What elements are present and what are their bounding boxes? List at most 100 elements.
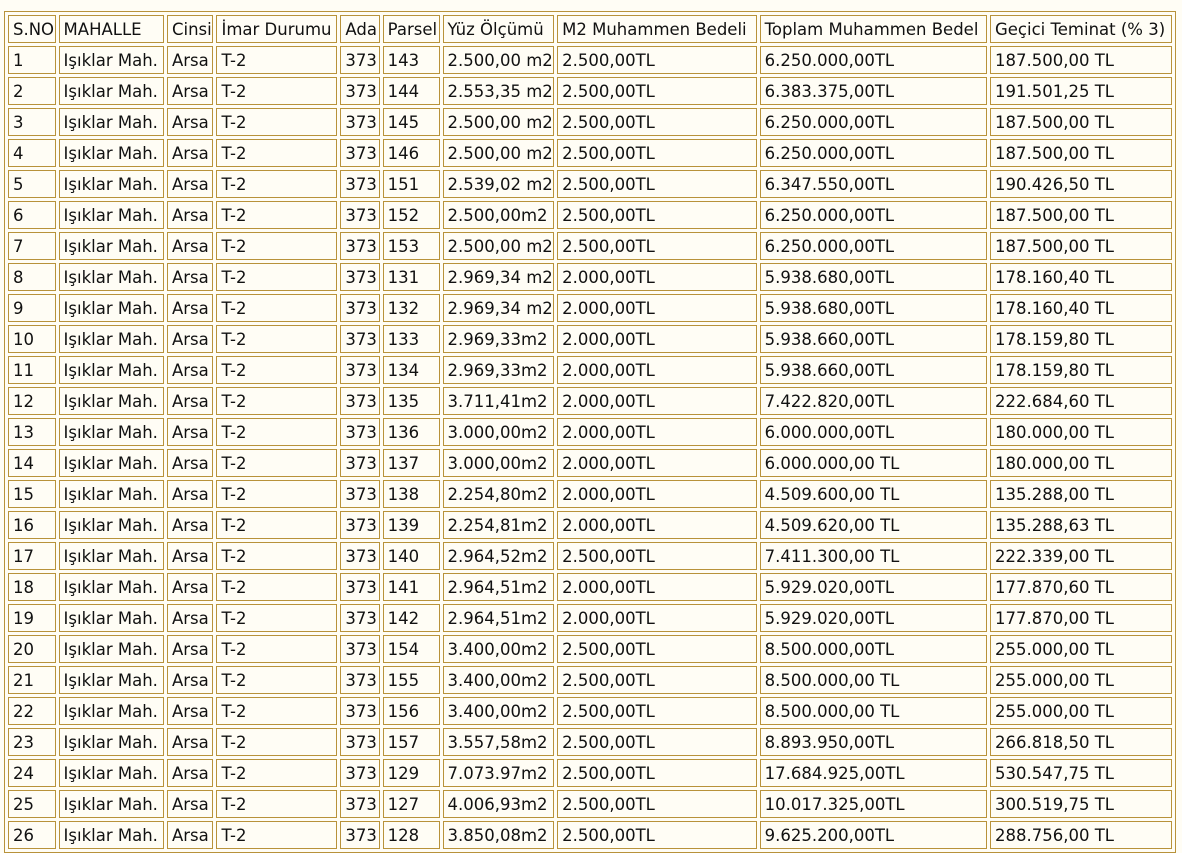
parsel-cell: 140	[382, 542, 440, 570]
table-row: 10 Işıklar Mah. Arsa T-2 373 133 2.969,33m2 2.0…	[8, 325, 1172, 353]
yuz-olcumu-cell: 3.711,41m2	[442, 387, 555, 415]
yuz-olcumu-cell: 2.969,34 m2	[442, 263, 555, 291]
imar-durumu-cell: T-2	[216, 232, 338, 260]
header-mahalle: MAHALLE	[58, 15, 164, 43]
sno-cell: 22	[8, 697, 56, 725]
ada-cell: 373	[340, 449, 380, 477]
m2-bedel-cell: 2.500,00TL	[557, 666, 757, 694]
toplam-bedel-cell: 7.411.300,00 TL	[759, 542, 987, 570]
m2-bedel-cell: 2.500,00TL	[557, 77, 757, 105]
teminat-cell: 178.160,40 TL	[990, 294, 1172, 322]
ada-cell: 373	[340, 232, 380, 260]
imar-durumu-cell: T-2	[216, 728, 338, 756]
m2-bedel-cell: 2.500,00TL	[557, 697, 757, 725]
sno-cell: 6	[8, 201, 56, 229]
ada-cell: 373	[340, 263, 380, 291]
table-body: 1 Işıklar Mah. Arsa T-2 373 143 2.500,00 m2 2.5…	[8, 46, 1172, 849]
ada-cell: 373	[340, 139, 380, 167]
cinsi-cell: Arsa	[166, 449, 214, 477]
parsel-cell: 157	[382, 728, 440, 756]
yuz-olcumu-cell: 2.964,51m2	[442, 604, 555, 632]
cinsi-cell: Arsa	[166, 604, 214, 632]
mahalle-cell: Işıklar Mah.	[58, 697, 164, 725]
toplam-bedel-cell: 5.929.020,00TL	[759, 573, 987, 601]
teminat-cell: 222.339,00 TL	[990, 542, 1172, 570]
page-container: S.NO MAHALLE Cinsi İmar Durumu Ada Parse…	[0, 0, 1182, 853]
ada-cell: 373	[340, 697, 380, 725]
ada-cell: 373	[340, 325, 380, 353]
table-row: 25 Işıklar Mah. Arsa T-2 373 127 4.006,93m2 2.5…	[8, 790, 1172, 818]
header-toplam-muhammen-bedel: Toplam Muhammen Bedel	[759, 15, 987, 43]
toplam-bedel-cell: 5.938.660,00TL	[759, 356, 987, 384]
teminat-cell: 255.000,00 TL	[990, 697, 1172, 725]
toplam-bedel-cell: 9.625.200,00TL	[759, 821, 987, 849]
sno-cell: 9	[8, 294, 56, 322]
mahalle-cell: Işıklar Mah.	[58, 480, 164, 508]
table-row: 1 Işıklar Mah. Arsa T-2 373 143 2.500,00 m2 2.5…	[8, 46, 1172, 74]
imar-durumu-cell: T-2	[216, 573, 338, 601]
cinsi-cell: Arsa	[166, 759, 214, 787]
imar-durumu-cell: T-2	[216, 759, 338, 787]
teminat-cell: 178.159,80 TL	[990, 325, 1172, 353]
table-row: 19 Işıklar Mah. Arsa T-2 373 142 2.964,51m2 2.0…	[8, 604, 1172, 632]
ada-cell: 373	[340, 387, 380, 415]
table-row: 12 Işıklar Mah. Arsa T-2 373 135 3.711,41m2 2.0…	[8, 387, 1172, 415]
ada-cell: 373	[340, 511, 380, 539]
parsel-cell: 136	[382, 418, 440, 446]
ada-cell: 373	[340, 759, 380, 787]
cinsi-cell: Arsa	[166, 294, 214, 322]
toplam-bedel-cell: 6.250.000,00TL	[759, 108, 987, 136]
sno-cell: 18	[8, 573, 56, 601]
sno-cell: 26	[8, 821, 56, 849]
mahalle-cell: Işıklar Mah.	[58, 108, 164, 136]
yuz-olcumu-cell: 2.969,34 m2	[442, 294, 555, 322]
table-row: 2 Işıklar Mah. Arsa T-2 373 144 2.553,35 m2 2.5…	[8, 77, 1172, 105]
ada-cell: 373	[340, 170, 380, 198]
mahalle-cell: Işıklar Mah.	[58, 666, 164, 694]
ada-cell: 373	[340, 666, 380, 694]
table-row: 4 Işıklar Mah. Arsa T-2 373 146 2.500,00 m2 2.5…	[8, 139, 1172, 167]
teminat-cell: 266.818,50 TL	[990, 728, 1172, 756]
table-row: 17 Işıklar Mah. Arsa T-2 373 140 2.964,52m2 2.5…	[8, 542, 1172, 570]
teminat-cell: 187.500,00 TL	[990, 139, 1172, 167]
teminat-cell: 187.500,00 TL	[990, 201, 1172, 229]
imar-durumu-cell: T-2	[216, 697, 338, 725]
header-cinsi: Cinsi	[166, 15, 214, 43]
parsel-cell: 141	[382, 573, 440, 601]
m2-bedel-cell: 2.500,00TL	[557, 46, 757, 74]
ada-cell: 373	[340, 46, 380, 74]
teminat-cell: 191.501,25 TL	[990, 77, 1172, 105]
table-row: 13 Işıklar Mah. Arsa T-2 373 136 3.000,00m2 2.0…	[8, 418, 1172, 446]
mahalle-cell: Işıklar Mah.	[58, 46, 164, 74]
sno-cell: 10	[8, 325, 56, 353]
sno-cell: 15	[8, 480, 56, 508]
imar-durumu-cell: T-2	[216, 821, 338, 849]
sno-cell: 21	[8, 666, 56, 694]
yuz-olcumu-cell: 3.400,00m2	[442, 666, 555, 694]
yuz-olcumu-cell: 3.400,00m2	[442, 635, 555, 663]
parsel-cell: 129	[382, 759, 440, 787]
teminat-cell: 178.159,80 TL	[990, 356, 1172, 384]
parsel-cell: 143	[382, 46, 440, 74]
toplam-bedel-cell: 5.938.680,00TL	[759, 294, 987, 322]
parsel-cell: 132	[382, 294, 440, 322]
teminat-cell: 178.160,40 TL	[990, 263, 1172, 291]
sno-cell: 2	[8, 77, 56, 105]
imar-durumu-cell: T-2	[216, 294, 338, 322]
teminat-cell: 300.519,75 TL	[990, 790, 1172, 818]
teminat-cell: 187.500,00 TL	[990, 108, 1172, 136]
imar-durumu-cell: T-2	[216, 201, 338, 229]
cinsi-cell: Arsa	[166, 728, 214, 756]
mahalle-cell: Işıklar Mah.	[58, 418, 164, 446]
m2-bedel-cell: 2.500,00TL	[557, 821, 757, 849]
toplam-bedel-cell: 17.684.925,00TL	[759, 759, 987, 787]
mahalle-cell: Işıklar Mah.	[58, 542, 164, 570]
ada-cell: 373	[340, 201, 380, 229]
ada-cell: 373	[340, 108, 380, 136]
imar-durumu-cell: T-2	[216, 356, 338, 384]
ada-cell: 373	[340, 604, 380, 632]
yuz-olcumu-cell: 2.254,81m2	[442, 511, 555, 539]
ada-cell: 373	[340, 790, 380, 818]
imar-durumu-cell: T-2	[216, 170, 338, 198]
m2-bedel-cell: 2.500,00TL	[557, 170, 757, 198]
